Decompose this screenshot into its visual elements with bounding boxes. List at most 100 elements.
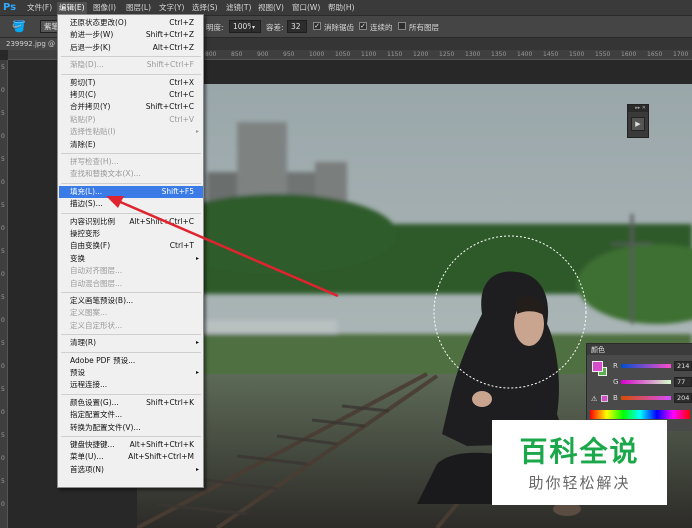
- ruler-left-tick: 5: [1, 248, 5, 255]
- mini-panel-collapse[interactable]: ▸▸ ✕: [628, 105, 648, 112]
- edit-menu-item-19[interactable]: 内容识别比例 Alt+Shift+Ctrl+C: [59, 216, 203, 228]
- menu-item-label: 指定配置文件...: [70, 410, 123, 420]
- ruler-top-tick: 1200: [413, 51, 429, 58]
- edit-menu-item-38[interactable]: 转换为配置文件(V)...: [59, 422, 203, 434]
- menu-item-shortcut: Alt+Shift+Ctrl+M: [128, 452, 194, 462]
- menu-separator: [61, 56, 201, 58]
- edit-menu-item-30[interactable]: 清理(R) ▸: [59, 337, 203, 349]
- all-layers-checkbox[interactable]: [398, 22, 406, 30]
- edit-menu-item-22[interactable]: 变换 ▸: [59, 253, 203, 265]
- edit-menu-item-17[interactable]: 描边(S)...: [59, 198, 203, 210]
- opacity-label: 明度:: [206, 23, 224, 32]
- ruler-left-tick: 0: [1, 501, 5, 508]
- edit-menu-item-16[interactable]: 填充(L)... Shift+F5: [59, 185, 203, 198]
- tolerance-input[interactable]: 32: [287, 20, 307, 33]
- menu-4[interactable]: 图层(L): [124, 2, 153, 14]
- edit-menu-item-33[interactable]: 预设 ▸: [59, 367, 203, 379]
- menu-separator: [61, 153, 201, 154]
- edit-menu-dropdown: 还原状态更改(O) Ctrl+Z 前进一步(W) Shift+Ctrl+Z 后退一步(K…: [57, 14, 204, 488]
- ruler-top-tick: 850: [231, 51, 243, 58]
- color-spectrum-bar[interactable]: [590, 410, 690, 419]
- menu-item-shortcut: Ctrl+C: [169, 90, 194, 99]
- edit-menu-item-34[interactable]: 远程连接...: [59, 379, 203, 391]
- photoshop-logo: Ps: [3, 2, 17, 13]
- menu-10[interactable]: 帮助(H): [326, 2, 357, 14]
- ruler-top-tick: 1150: [387, 51, 403, 58]
- edit-menu-item-1[interactable]: 前进一步(W) Shift+Ctrl+Z: [59, 29, 203, 41]
- gamut-warning-icon[interactable]: ⚠: [591, 395, 599, 403]
- ruler-left-tick: 5: [1, 478, 5, 485]
- edit-menu-item-6[interactable]: 剪切(T) Ctrl+X: [59, 77, 203, 89]
- antialias-label: 消除锯齿: [324, 23, 354, 32]
- blue-value-input[interactable]: 204: [674, 393, 692, 403]
- menu-item-shortcut: Alt+Shift+Ctrl+C: [129, 216, 194, 226]
- menu-item-label: 自动混合图层...: [70, 278, 123, 288]
- edit-menu-item-2[interactable]: 后退一步(K) Alt+Ctrl+Z: [59, 42, 203, 54]
- edit-menu-item-8[interactable]: 合并拷贝(Y) Shift+Ctrl+C: [59, 101, 203, 113]
- ruler-left-tick: 0: [1, 225, 5, 232]
- edit-menu-item-21[interactable]: 自由变换(F) Ctrl+T: [59, 240, 203, 252]
- menu-1[interactable]: 文件(F): [25, 2, 54, 14]
- menu-item-label: 后退一步(K): [70, 42, 111, 52]
- menu-8[interactable]: 视图(V): [256, 2, 286, 14]
- web-safe-swatch[interactable]: [601, 395, 608, 402]
- ruler-top-tick: 1050: [335, 51, 351, 58]
- color-panel-header: 颜色: [587, 344, 692, 355]
- green-value-input[interactable]: 77: [674, 377, 692, 387]
- ruler-top-tick: 1400: [517, 51, 533, 58]
- ruler-top-tick: 1300: [465, 51, 481, 58]
- all-layers-label: 所有图层: [409, 23, 439, 32]
- blue-label: B: [613, 394, 618, 402]
- menu-item-shortcut: Shift+Ctrl+F: [146, 60, 194, 70]
- ruler-left-tick: 0: [1, 87, 5, 94]
- red-slider[interactable]: [621, 364, 671, 368]
- menu-7[interactable]: 滤镜(T): [224, 2, 253, 14]
- document-tab[interactable]: 239992.jpg @: [0, 38, 58, 50]
- edit-menu-item-7[interactable]: 拷贝(C) Ctrl+C: [59, 89, 203, 101]
- ruler-top-tick: 1250: [439, 51, 455, 58]
- menu-3[interactable]: 图像(I): [91, 2, 118, 14]
- menu-9[interactable]: 窗口(W): [290, 2, 322, 14]
- edit-menu-item-11[interactable]: 清除(E): [59, 139, 203, 151]
- edit-menu-item-37[interactable]: 指定配置文件...: [59, 409, 203, 421]
- ruler-top-tick: 950: [283, 51, 295, 58]
- edit-menu-item-26[interactable]: 定义画笔预设(B)...: [59, 295, 203, 307]
- ruler-left-tick: 0: [1, 179, 5, 186]
- foreground-color-swatch[interactable]: [592, 361, 603, 372]
- red-value-input[interactable]: 214: [674, 361, 692, 371]
- ruler-top-tick: 1500: [569, 51, 585, 58]
- edit-menu-item-40[interactable]: 键盘快捷键... Alt+Shift+Ctrl+K: [59, 439, 203, 451]
- ruler-top-tick: 1350: [491, 51, 507, 58]
- play-icon[interactable]: ▶: [631, 117, 645, 131]
- menu-item-label: 合并拷贝(Y): [70, 102, 111, 112]
- menu-5[interactable]: 文字(Y): [157, 2, 186, 14]
- paint-bucket-tool-icon[interactable]: 🪣: [12, 20, 26, 34]
- menu-separator: [61, 292, 201, 293]
- edit-menu-item-13: 拼写检查(H)...: [59, 156, 203, 168]
- blue-slider[interactable]: [621, 396, 671, 400]
- color-panel-title[interactable]: 颜色: [591, 345, 605, 355]
- menu-item-label: 变换: [70, 253, 85, 263]
- edit-menu-item-36[interactable]: 颜色设置(G)... Shift+Ctrl+K: [59, 397, 203, 409]
- edit-menu-item-9: 粘贴(P) Ctrl+V: [59, 114, 203, 126]
- antialias-checkbox[interactable]: ✓: [313, 22, 321, 30]
- watermark-subtitle: 助你轻松解决: [528, 474, 631, 492]
- menu-2[interactable]: 编辑(E): [57, 2, 87, 14]
- menu-item-label: 定义自定形状...: [70, 320, 123, 330]
- edit-menu-item-28: 定义自定形状...: [59, 320, 203, 332]
- menu-6[interactable]: 选择(S): [190, 2, 220, 14]
- edit-menu-item-0[interactable]: 还原状态更改(O) Ctrl+Z: [59, 17, 203, 29]
- contiguous-checkbox[interactable]: ✓: [359, 22, 367, 30]
- vertical-ruler: 5 0 5 0 5 0 5 0 5 0 5 0 5 0 5 0 5 0 5 0: [0, 60, 8, 528]
- opacity-dropdown-icon[interactable]: ▾: [251, 20, 261, 33]
- ruler-left-tick: 5: [1, 432, 5, 439]
- edit-menu-item-42[interactable]: 首选项(N) ▸: [59, 464, 203, 476]
- edit-menu-item-32[interactable]: Adobe PDF 预设...: [59, 355, 203, 367]
- edit-menu-item-41[interactable]: 菜单(U)... Alt+Shift+Ctrl+M: [59, 451, 203, 463]
- menu-separator: [61, 212, 201, 214]
- ruler-left-tick: 0: [1, 409, 5, 416]
- ruler-left-tick: 5: [1, 386, 5, 393]
- green-slider[interactable]: [621, 380, 671, 384]
- edit-menu-item-24: 自动混合图层...: [59, 278, 203, 290]
- edit-menu-item-20[interactable]: 操控变形: [59, 228, 203, 240]
